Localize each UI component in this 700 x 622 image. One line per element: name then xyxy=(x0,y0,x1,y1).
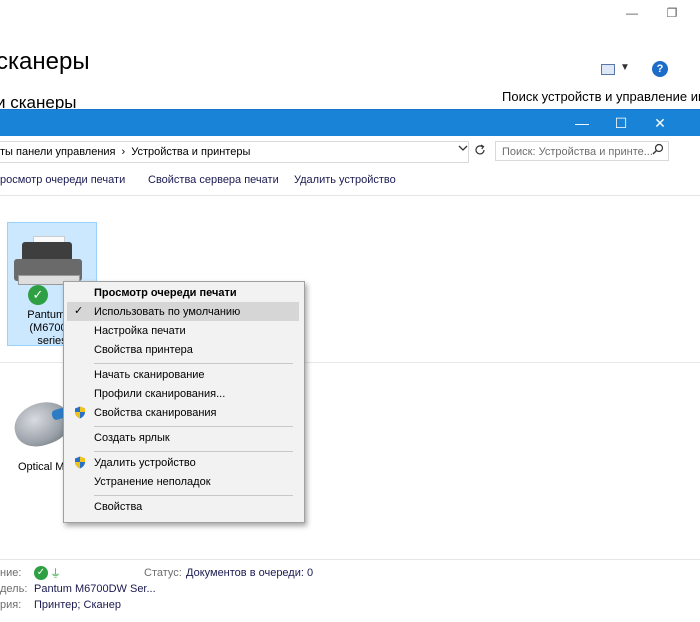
menu-item-create-shortcut[interactable]: Создать ярлык xyxy=(94,432,170,444)
menu-item-troubleshoot[interactable]: Устранение неполадок xyxy=(94,476,211,488)
maximize-button[interactable]: ☐ xyxy=(601,110,641,136)
status-value: Документов в очереди: 0 xyxy=(186,567,314,579)
menu-separator xyxy=(94,426,293,427)
menu-separator xyxy=(94,363,293,364)
menu-item-remove-device[interactable]: Удалить устройство xyxy=(94,457,196,469)
model-value: Pantum M6700DW Ser... xyxy=(34,583,156,595)
state-label: ние: xyxy=(0,567,22,579)
status-label: Статус: xyxy=(144,567,182,579)
menu-item-scan-properties[interactable]: Свойства сканирования xyxy=(94,407,217,419)
uac-shield-icon xyxy=(74,406,86,419)
minimize-button[interactable]: — xyxy=(562,110,602,136)
breadcrumb-separator-icon: › xyxy=(121,146,126,158)
close-button[interactable]: ✕ xyxy=(640,110,680,136)
shared-network-icon: ⏚ xyxy=(50,568,61,580)
search-input[interactable]: Поиск: Устройства и принте... xyxy=(495,141,669,161)
model-label: дель: xyxy=(0,583,28,595)
menu-item-printer-properties[interactable]: Свойства принтера xyxy=(94,344,193,356)
mouse-device-label: Optical M xyxy=(18,461,65,473)
print-queue-button[interactable]: росмотр очереди печати xyxy=(0,174,125,186)
remove-device-button[interactable]: Удалить устройство xyxy=(294,174,396,186)
breadcrumb-parent[interactable]: ты панели управления xyxy=(0,146,116,158)
server-properties-button[interactable]: Свойства сервера печати xyxy=(148,174,279,186)
category-label: рия: xyxy=(0,599,22,611)
address-dropdown-icon[interactable] xyxy=(458,143,468,156)
menu-item-print-queue[interactable]: Просмотр очереди печати xyxy=(94,287,237,299)
menu-item-start-scan[interactable]: Начать сканирование xyxy=(94,369,205,381)
menu-separator xyxy=(94,451,293,452)
category-value: Принтер; Сканер xyxy=(34,599,121,611)
search-icon[interactable] xyxy=(652,143,664,158)
view-dropdown-icon[interactable]: ▼ xyxy=(620,62,630,73)
menu-item-print-preferences[interactable]: Настройка печати xyxy=(94,325,186,337)
details-pane: ние: ✓ ⏚ Статус: Документов в очереди: 0… xyxy=(0,559,700,622)
default-check-icon: ✓ xyxy=(28,285,48,305)
menu-item-scan-profiles[interactable]: Профили сканирования... xyxy=(94,388,225,400)
status-ok-icon: ✓ xyxy=(34,566,48,580)
window-titlebar: — ☐ ✕ xyxy=(0,110,700,136)
view-options-icon[interactable] xyxy=(601,64,615,75)
address-bar[interactable]: ты панели управления › Устройства и принте… xyxy=(0,141,469,163)
command-toolbar: росмотр очереди печати Свойства сервера … xyxy=(0,167,700,196)
bg-page-title: сканеры xyxy=(0,48,90,75)
bg-restore-button[interactable]: ❐ xyxy=(660,6,684,24)
menu-separator xyxy=(94,495,293,496)
help-icon[interactable]: ? xyxy=(652,61,668,77)
refresh-icon[interactable] xyxy=(471,142,489,162)
uac-shield-icon xyxy=(74,456,86,469)
bg-related-text: Поиск устройств и управление ими xyxy=(502,89,700,104)
checkmark-icon: ✓ xyxy=(74,305,84,317)
menu-item-set-default[interactable]: Использовать по умолчанию xyxy=(94,306,240,318)
menu-item-properties[interactable]: Свойства xyxy=(94,501,142,513)
breadcrumb-current[interactable]: Устройства и принтеры xyxy=(131,146,250,158)
bg-minimize-button[interactable]: — xyxy=(620,6,644,24)
